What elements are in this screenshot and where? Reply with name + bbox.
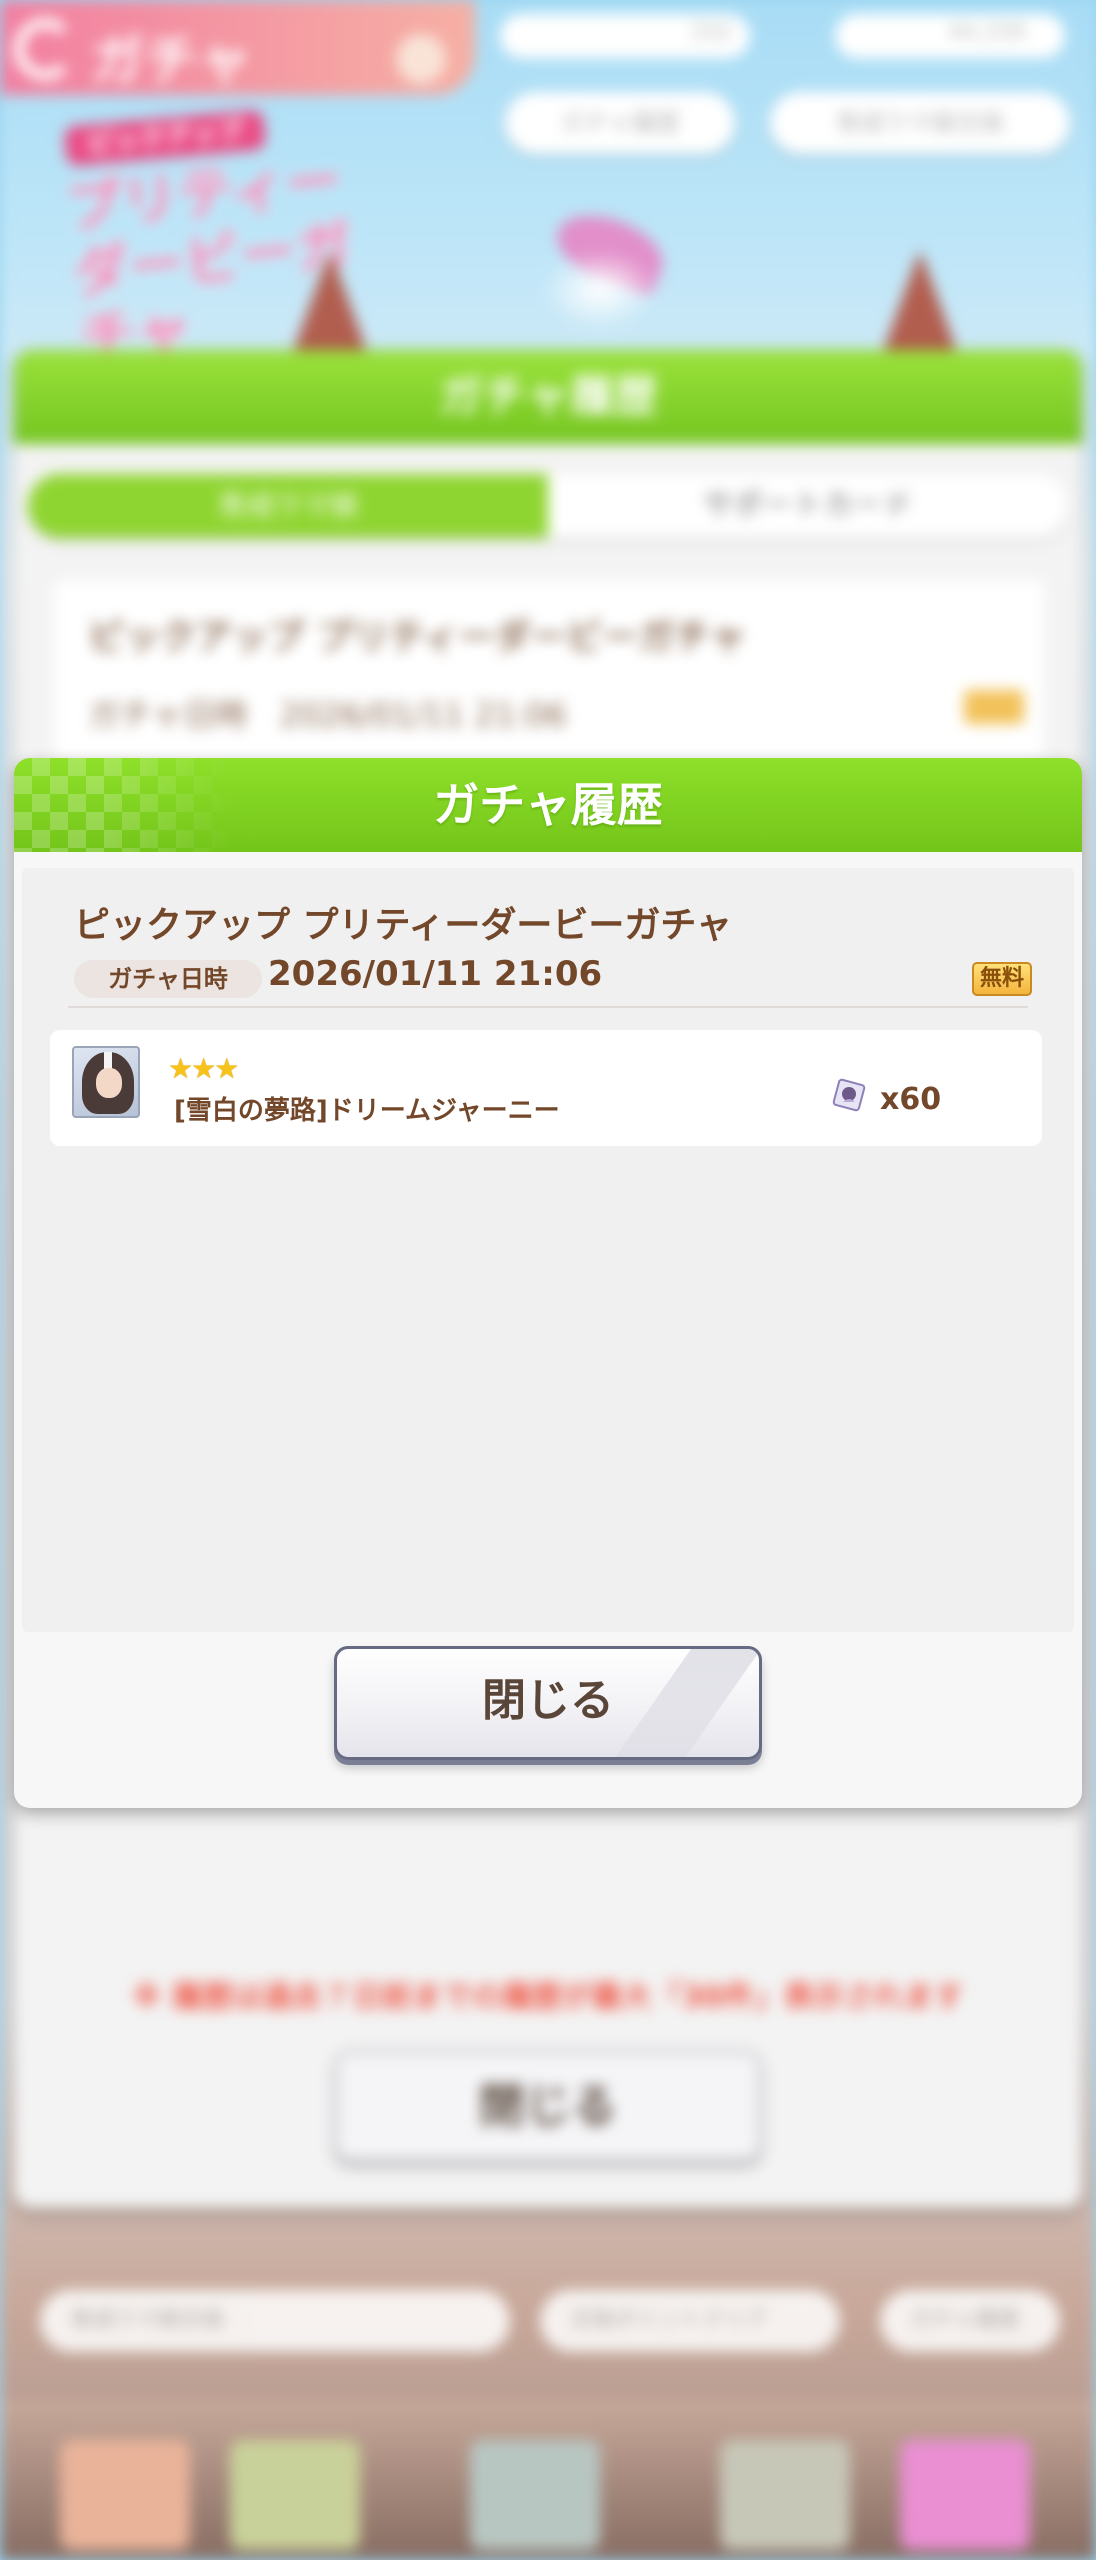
currency-money-value: 44,339 bbox=[948, 20, 1025, 45]
bg-bottom-right: ガチャ履歴 bbox=[880, 2290, 1060, 2352]
piece-icon bbox=[832, 1078, 866, 1112]
bg-panel-title: ガチャ履歴 bbox=[14, 350, 1082, 444]
banner-sparkle bbox=[540, 250, 660, 330]
result-row: ★★★ [雪白の夢路]ドリームジャーニー x60 bbox=[50, 1030, 1042, 1146]
portrait-face bbox=[96, 1068, 122, 1098]
info-icon bbox=[396, 34, 446, 84]
close-button-label: 閉じる bbox=[482, 1675, 614, 1726]
bg-tab-inactive: サポートカード bbox=[703, 488, 913, 523]
nav-item bbox=[720, 2440, 850, 2550]
bg-notice: ※ 履歴は過去７日前までの履歴が最大「30件」表示されます bbox=[132, 1980, 964, 2015]
divider bbox=[68, 1006, 1028, 1008]
bg-tabs: 育成ウマ娘 サポートカード bbox=[28, 474, 1068, 538]
bg-entry-date-value: 2026/01/11 21:06 bbox=[279, 696, 567, 734]
character-portrait bbox=[72, 1046, 140, 1118]
close-button[interactable]: 閉じる bbox=[334, 1646, 762, 1760]
gacha-name: ピックアップ プリティーダービーガチャ bbox=[74, 905, 733, 946]
currency-jewel-value: 332 bbox=[690, 20, 732, 45]
bg-exchange-button: 育成ウマ娘交換 bbox=[770, 92, 1070, 154]
bg-history-entry: ピックアップ プリティーダービーガチャ ガチャ日時 2026/01/11 21:… bbox=[54, 580, 1044, 760]
bg-entry-title: ピックアップ プリティーダービーガチャ bbox=[88, 617, 747, 658]
gacha-header: ガチャ bbox=[0, 0, 475, 95]
piece-count: x60 bbox=[880, 1082, 942, 1117]
header-title: ガチャ bbox=[90, 29, 252, 92]
nav-item bbox=[470, 2440, 600, 2550]
bg-entry-date: ガチャ日時 2026/01/11 21:06 bbox=[88, 690, 567, 736]
nav-item bbox=[900, 2440, 1030, 2550]
character-name: [雪白の夢路]ドリームジャーニー bbox=[174, 1096, 560, 1126]
gacha-history-modal: ガチャ履歴 ピックアップ プリティーダービーガチャ ガチャ日時 2026/01/… bbox=[14, 758, 1082, 1808]
bg-bottom-left: 育成ウマ娘交換 bbox=[40, 2290, 510, 2352]
modal-title: ガチャ履歴 bbox=[433, 778, 663, 832]
date-label-chip: ガチャ日時 bbox=[74, 960, 262, 998]
back-icon bbox=[14, 18, 76, 80]
gacha-date: 2026/01/11 21:06 bbox=[268, 954, 603, 994]
nav-item bbox=[60, 2440, 190, 2550]
bg-tab-active: 育成ウマ娘 bbox=[28, 474, 548, 538]
background-roof bbox=[290, 250, 370, 360]
free-badge: 無料 bbox=[971, 962, 1032, 996]
bg-entry-date-label: ガチャ日時 bbox=[88, 696, 248, 734]
bg-entry-badge bbox=[964, 690, 1024, 724]
bg-history-button: ガチャ履歴 bbox=[505, 92, 735, 154]
rarity-stars: ★★★ bbox=[168, 1052, 239, 1085]
background-roof bbox=[880, 250, 960, 360]
modal-header: ガチャ履歴 bbox=[14, 758, 1082, 852]
bg-close-button: 閉じる bbox=[334, 2050, 762, 2162]
nav-item bbox=[230, 2440, 360, 2550]
bg-bottom-mid: 交換ポイントクリア bbox=[540, 2290, 840, 2352]
